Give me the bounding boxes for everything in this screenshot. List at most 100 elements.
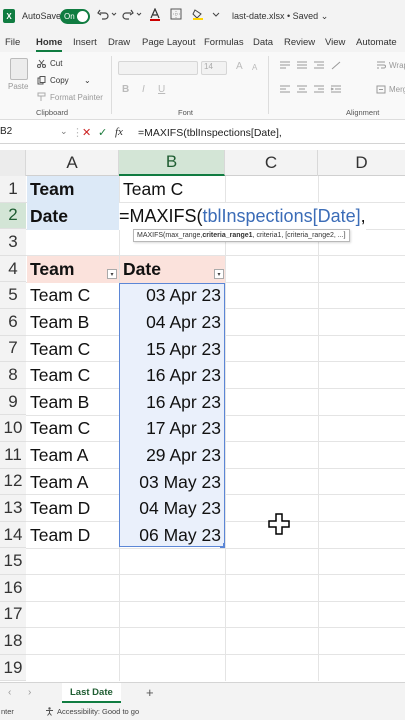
wrap-text-button[interactable]: Wrap bbox=[389, 61, 405, 70]
bold-icon[interactable]: B bbox=[122, 84, 129, 95]
fill-color-icon[interactable] bbox=[192, 8, 204, 20]
row-header[interactable]: 9 bbox=[0, 388, 26, 416]
table-cell-team[interactable]: Team C bbox=[27, 362, 119, 389]
filter-dropdown-icon[interactable]: ▾ bbox=[107, 269, 117, 279]
paste-button[interactable]: Paste bbox=[8, 82, 28, 91]
cancel-icon[interactable]: ✕ bbox=[82, 126, 91, 139]
orientation-icon[interactable] bbox=[330, 61, 342, 70]
table-header-date[interactable]: Date bbox=[120, 256, 225, 283]
row-header[interactable]: 10 bbox=[0, 415, 26, 442]
table-cell-team[interactable]: Team C bbox=[27, 416, 119, 443]
table-cell-team[interactable]: Team C bbox=[27, 336, 119, 363]
row-header[interactable]: 6 bbox=[0, 309, 26, 336]
align-middle-icon[interactable] bbox=[296, 61, 308, 70]
enter-check-icon[interactable]: ✓ bbox=[98, 126, 107, 139]
next-sheet-icon[interactable]: › bbox=[28, 687, 31, 698]
customize-qat-icon[interactable] bbox=[212, 8, 220, 20]
column-header-d[interactable]: D bbox=[318, 150, 405, 176]
row-header[interactable]: 2 bbox=[0, 202, 26, 230]
copy-button[interactable]: Copy bbox=[50, 76, 69, 85]
table-header-team[interactable]: Team bbox=[27, 256, 119, 283]
add-sheet-button[interactable]: + bbox=[146, 685, 154, 700]
align-left-icon[interactable] bbox=[279, 85, 291, 94]
select-all-corner[interactable] bbox=[0, 150, 26, 176]
undo-dropdown-icon[interactable] bbox=[111, 8, 117, 20]
row-header[interactable]: 18 bbox=[0, 628, 26, 655]
merge-center-button[interactable]: Merg bbox=[389, 85, 405, 94]
name-box-dropdown-icon[interactable]: ⌄ bbox=[60, 126, 68, 137]
cell-a1[interactable]: Team bbox=[27, 176, 119, 203]
undo-icon[interactable] bbox=[97, 8, 109, 20]
accessibility-status[interactable]: Accessibility: Good to go bbox=[57, 707, 139, 716]
redo-dropdown-icon[interactable] bbox=[136, 8, 142, 20]
autosave-toggle[interactable]: On bbox=[60, 9, 90, 24]
tab-data[interactable]: Data bbox=[253, 37, 273, 48]
row-header[interactable]: 5 bbox=[0, 282, 26, 309]
font-name-box[interactable] bbox=[118, 61, 198, 75]
row-header[interactable]: 19 bbox=[0, 654, 26, 682]
table-cell-team[interactable]: Team D bbox=[27, 522, 119, 549]
row-header[interactable]: 3 bbox=[0, 229, 26, 256]
table-cell-team[interactable]: Team B bbox=[27, 309, 119, 336]
align-right-icon[interactable] bbox=[313, 85, 325, 94]
scissors-icon bbox=[37, 59, 46, 68]
insert-function-icon[interactable]: fx bbox=[115, 126, 123, 138]
cell-b1[interactable]: Team C bbox=[120, 176, 225, 203]
table-cell-team[interactable]: Team A bbox=[27, 469, 119, 496]
row-header[interactable]: 17 bbox=[0, 601, 26, 629]
table-resize-handle[interactable] bbox=[220, 543, 225, 548]
tab-formulas[interactable]: Formulas bbox=[204, 37, 244, 48]
cell-b2-editing[interactable]: =MAXIFS(tblInspections[Date], bbox=[119, 203, 366, 230]
borders-icon[interactable] bbox=[170, 8, 182, 20]
sheet-tab-last-date[interactable]: Last Date bbox=[62, 683, 121, 703]
tab-view[interactable]: View bbox=[325, 37, 345, 48]
underline-icon[interactable]: U bbox=[158, 84, 165, 95]
tab-page-layout[interactable]: Page Layout bbox=[142, 37, 195, 48]
document-title[interactable]: last-date.xlsx • Saved ⌄ bbox=[232, 11, 328, 22]
align-top-icon[interactable] bbox=[279, 61, 291, 70]
redo-icon[interactable] bbox=[122, 8, 134, 20]
cell-a2[interactable]: Date bbox=[27, 203, 119, 230]
table-cell-team[interactable]: Team B bbox=[27, 389, 119, 416]
table-cell-team[interactable]: Team C bbox=[27, 283, 119, 310]
tab-insert[interactable]: Insert bbox=[73, 37, 97, 48]
decrease-font-icon[interactable]: A bbox=[252, 63, 257, 72]
formula-input[interactable]: =MAXIFS(tblInspections[Date], bbox=[138, 127, 282, 139]
column-header-c[interactable]: C bbox=[225, 150, 318, 176]
name-box[interactable]: B2 bbox=[0, 126, 12, 137]
row-header[interactable]: 11 bbox=[0, 442, 26, 469]
row-header[interactable]: 8 bbox=[0, 362, 26, 389]
cut-button[interactable]: Cut bbox=[50, 59, 62, 68]
row-header[interactable]: 15 bbox=[0, 548, 26, 575]
row-header[interactable]: 12 bbox=[0, 468, 26, 496]
row-header[interactable]: 7 bbox=[0, 335, 26, 363]
tab-automate[interactable]: Automate bbox=[356, 37, 397, 48]
align-bottom-icon[interactable] bbox=[313, 61, 325, 70]
increase-font-icon[interactable]: A bbox=[236, 61, 243, 72]
gridline bbox=[26, 601, 405, 602]
table-cell-team[interactable]: Team A bbox=[27, 442, 119, 469]
tab-file[interactable]: File bbox=[5, 37, 20, 48]
row-header[interactable]: 4 bbox=[0, 255, 26, 283]
tab-home[interactable]: Home bbox=[36, 37, 63, 52]
copy-dropdown-icon[interactable]: ⌄ bbox=[84, 76, 91, 85]
italic-icon[interactable]: I bbox=[142, 84, 145, 95]
align-center-icon[interactable] bbox=[296, 85, 308, 94]
font-size-box[interactable]: 14 bbox=[201, 61, 227, 75]
row-header[interactable]: 16 bbox=[0, 575, 26, 602]
filter-dropdown-icon[interactable]: ▾ bbox=[214, 269, 224, 279]
table-cell-team[interactable]: Team D bbox=[27, 495, 119, 522]
format-painter-button[interactable]: Format Painter bbox=[50, 93, 103, 102]
tab-review[interactable]: Review bbox=[284, 37, 315, 48]
paste-icon[interactable] bbox=[10, 58, 28, 80]
row-header[interactable]: 14 bbox=[0, 521, 26, 549]
function-argument-tooltip[interactable]: MAXIFS(max_range, criteria_range1, crite… bbox=[133, 229, 350, 242]
row-header[interactable]: 13 bbox=[0, 495, 26, 522]
previous-sheet-icon[interactable]: ‹ bbox=[8, 687, 11, 698]
font-color-icon[interactable] bbox=[149, 8, 161, 21]
column-header-a[interactable]: A bbox=[26, 150, 119, 176]
indent-icon[interactable] bbox=[330, 85, 342, 94]
column-header-b[interactable]: B bbox=[119, 150, 225, 176]
tab-draw[interactable]: Draw bbox=[108, 37, 130, 48]
row-header[interactable]: 1 bbox=[0, 176, 26, 203]
